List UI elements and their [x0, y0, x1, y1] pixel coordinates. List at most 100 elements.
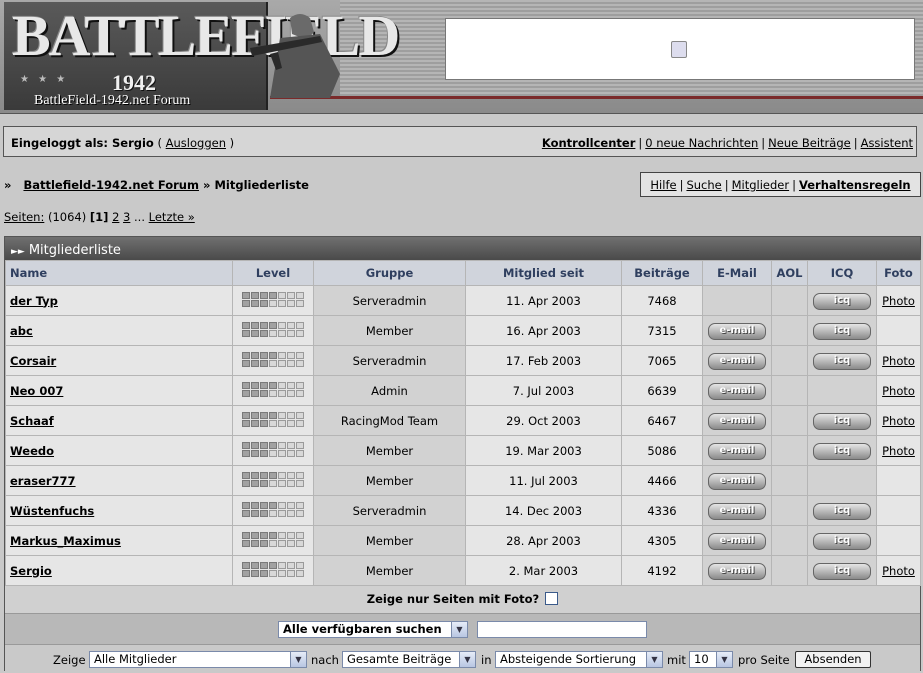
- search-scope-select[interactable]: Alle verfügbaren suchen ▼: [278, 621, 468, 638]
- icq-cell: [807, 375, 877, 406]
- level-pip: [277, 360, 286, 367]
- member-name-cell: Weedo: [5, 435, 233, 466]
- col-level: Level: [232, 260, 314, 286]
- members-link[interactable]: Mitglieder: [732, 178, 790, 192]
- email-button[interactable]: e-mail: [708, 562, 766, 580]
- forum-logo[interactable]: BATTLEFIELD ★ ★ ★ 1942 BattleField-1942.…: [4, 2, 400, 110]
- icq-button[interactable]: icq: [813, 412, 871, 430]
- level-pip: [268, 570, 277, 577]
- member-name-cell: abc: [5, 315, 233, 346]
- member-name-link[interactable]: Corsair: [10, 354, 56, 368]
- email-button[interactable]: e-mail: [708, 382, 766, 400]
- col-group: Gruppe: [313, 260, 466, 286]
- photo-cell: Photo: [876, 555, 921, 586]
- email-button[interactable]: e-mail: [708, 502, 766, 520]
- level-cell: [232, 285, 314, 316]
- logo-stars: ★ ★ ★: [20, 74, 69, 85]
- rules-link[interactable]: Verhaltensregeln: [799, 178, 911, 192]
- member-name-link[interactable]: Weedo: [10, 444, 54, 458]
- photo-link[interactable]: Photo: [882, 414, 915, 428]
- member-name-link[interactable]: Sergio: [10, 564, 52, 578]
- icq-button[interactable]: icq: [813, 532, 871, 550]
- group-cell: Member: [313, 465, 466, 496]
- email-button[interactable]: e-mail: [708, 412, 766, 430]
- icq-button[interactable]: icq: [813, 322, 871, 340]
- photo-link[interactable]: Photo: [882, 384, 915, 398]
- table-row: abc Member 16. Apr 2003 7315 e-mail icq: [5, 315, 921, 346]
- search-row: Alle verfügbaren suchen ▼: [5, 614, 920, 645]
- email-button[interactable]: e-mail: [708, 352, 766, 370]
- member-name-link[interactable]: eraser777: [10, 474, 76, 488]
- icq-button[interactable]: icq: [813, 292, 871, 310]
- table-row: Sergio Member 2. Mar 2003 4192 e-mail ic…: [5, 555, 921, 586]
- member-name-link[interactable]: Schaaf: [10, 414, 54, 428]
- level-pip: [241, 390, 250, 397]
- icq-button[interactable]: icq: [813, 352, 871, 370]
- photo-link[interactable]: Photo: [882, 294, 915, 308]
- posts-cell: 4336: [621, 495, 703, 526]
- page-link-2[interactable]: 2: [112, 210, 119, 224]
- new-messages-link[interactable]: 0 neue Nachrichten: [645, 136, 758, 150]
- member-name-cell: eraser777: [5, 465, 233, 496]
- level-pip: [259, 532, 268, 539]
- level-pip: [250, 510, 259, 517]
- email-button[interactable]: e-mail: [708, 442, 766, 460]
- level-pip: [259, 502, 268, 509]
- icq-button[interactable]: icq: [813, 502, 871, 520]
- sort-order-select[interactable]: Absteigende Sortierung ▼: [495, 651, 663, 668]
- member-filter-select[interactable]: Alle Mitglieder ▼: [89, 651, 307, 668]
- col-name[interactable]: Name: [5, 260, 233, 286]
- aol-cell: [771, 525, 808, 556]
- icq-button[interactable]: icq: [813, 442, 871, 460]
- logout-link[interactable]: Ausloggen: [166, 136, 226, 150]
- level-pip: [268, 360, 277, 367]
- photo-cell: Photo: [876, 435, 921, 466]
- member-name-link[interactable]: Markus_Maximus: [10, 534, 121, 548]
- pages-label[interactable]: Seiten:: [4, 210, 44, 224]
- level-pip: [250, 300, 259, 307]
- email-button[interactable]: e-mail: [708, 472, 766, 490]
- email-cell: e-mail: [702, 495, 772, 526]
- photo-only-checkbox[interactable]: [545, 592, 559, 605]
- submit-button[interactable]: Absenden: [795, 651, 871, 668]
- photo-link[interactable]: Photo: [882, 354, 915, 368]
- control-center-link[interactable]: Kontrollcenter: [542, 136, 636, 150]
- level-bar: [241, 561, 305, 577]
- sort-field-select[interactable]: Gesamte Beiträge ▼: [342, 651, 476, 668]
- member-name-link[interactable]: Neo 007: [10, 384, 63, 398]
- level-pip: [286, 420, 295, 427]
- page-link-3[interactable]: 3: [123, 210, 130, 224]
- last-page-link[interactable]: Letzte »: [149, 210, 195, 224]
- level-pip: [268, 480, 277, 487]
- level-pip: [286, 300, 295, 307]
- level-pip: [250, 562, 259, 569]
- member-name-link[interactable]: abc: [10, 324, 33, 338]
- email-button[interactable]: e-mail: [708, 532, 766, 550]
- level-pip: [286, 510, 295, 517]
- group-cell: Admin: [313, 375, 466, 406]
- per-page-label: pro Seite: [738, 653, 790, 667]
- help-link[interactable]: Hilfe: [650, 178, 676, 192]
- col-since[interactable]: Mitglied seit: [465, 260, 622, 286]
- photo-link[interactable]: Photo: [882, 564, 915, 578]
- breadcrumb-forum-link[interactable]: Battlefield-1942.net Forum: [23, 178, 199, 192]
- level-pip: [241, 510, 250, 517]
- search-input[interactable]: [477, 621, 647, 638]
- email-button[interactable]: e-mail: [708, 322, 766, 340]
- level-bar: [241, 351, 305, 367]
- new-posts-link[interactable]: Neue Beiträge: [768, 136, 851, 150]
- level-pip: [241, 540, 250, 547]
- search-link[interactable]: Suche: [686, 178, 721, 192]
- col-posts[interactable]: Beiträge: [621, 260, 703, 286]
- member-name-link[interactable]: der Typ: [10, 294, 58, 308]
- aol-cell: [771, 555, 808, 586]
- level-pip: [268, 562, 277, 569]
- icq-button[interactable]: icq: [813, 562, 871, 580]
- assistant-link[interactable]: Assistent: [861, 136, 913, 150]
- ad-banner[interactable]: [445, 18, 915, 80]
- per-page-select[interactable]: 10 ▼: [689, 651, 733, 668]
- icq-cell: icq: [807, 345, 877, 376]
- photo-link[interactable]: Photo: [882, 444, 915, 458]
- member-name-link[interactable]: Wüstenfuchs: [10, 504, 94, 518]
- level-bar: [241, 321, 305, 337]
